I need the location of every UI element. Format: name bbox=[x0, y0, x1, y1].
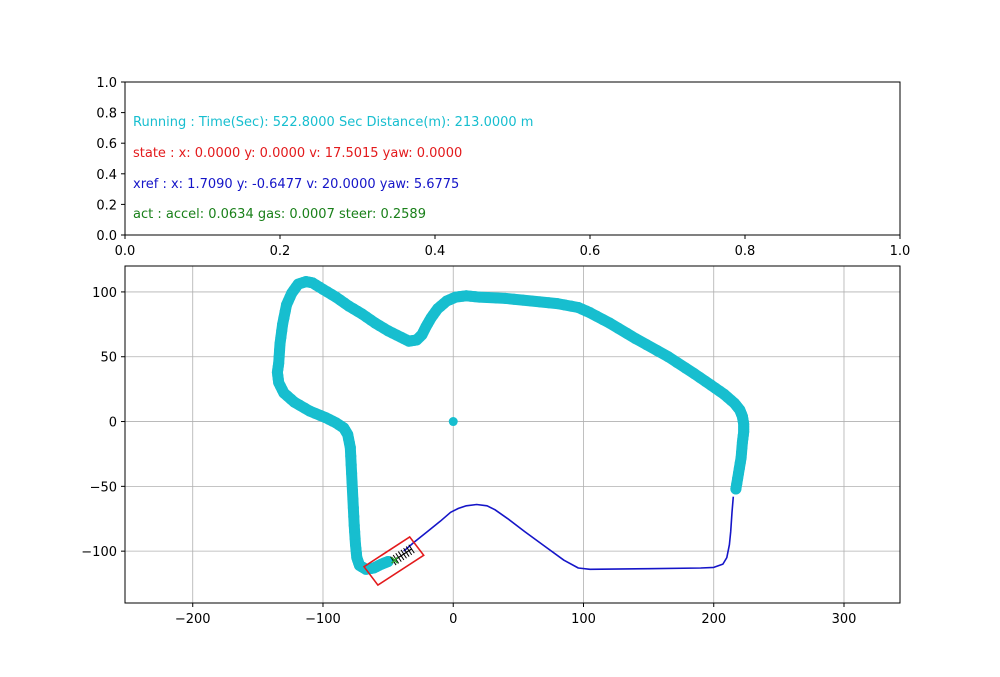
y-tick-label: 100 bbox=[92, 286, 117, 301]
figure: 0.0 0.2 0.4 0.6 0.8 1.0 0.0 0.2 0.4 0.6 0.8 1.0 Ru… bbox=[0, 0, 1000, 677]
y-tick-label: −100 bbox=[81, 545, 117, 560]
status-line-act: act : accel: 0.0634 gas: 0.0007 steer: 0… bbox=[133, 207, 426, 222]
trajectory-point bbox=[640, 339, 652, 351]
x-tick-label: 0.4 bbox=[425, 244, 446, 259]
status-line-running: Running : Time(Sec): 522.8000 Sec Distan… bbox=[133, 115, 533, 130]
y-tick-label: 0 bbox=[109, 416, 117, 431]
x-tick-label: 1.0 bbox=[890, 244, 911, 259]
x-tick-label: 0.0 bbox=[115, 244, 136, 259]
x-tick-label: −200 bbox=[175, 612, 211, 627]
trajectory-point bbox=[662, 351, 674, 363]
trajectory-point bbox=[651, 345, 663, 357]
y-tick-label: 0.0 bbox=[96, 229, 117, 244]
x-tick-label: 0.8 bbox=[735, 244, 756, 259]
x-tick-label: 0.6 bbox=[580, 244, 601, 259]
origin-point bbox=[448, 417, 458, 427]
y-tick-label: 1.0 bbox=[96, 76, 117, 91]
x-tick-label: 100 bbox=[571, 612, 596, 627]
status-line-xref: xref : x: 1.7090 y: -0.6477 v: 20.0000 y… bbox=[133, 177, 459, 192]
x-tick-label: 0.2 bbox=[270, 244, 291, 259]
x-tick-label: −100 bbox=[305, 612, 341, 627]
y-tick-label: 0.8 bbox=[96, 107, 117, 122]
y-tick-label: 0.4 bbox=[96, 168, 117, 183]
y-tick-label: 0.2 bbox=[96, 198, 117, 213]
status-line-state: state : x: 0.0000 y: 0.0000 v: 17.5015 y… bbox=[133, 146, 462, 161]
x-tick-label: 300 bbox=[832, 612, 857, 627]
x-tick-label: 200 bbox=[701, 612, 726, 627]
x-tick-label: 0 bbox=[449, 612, 457, 627]
y-tick-label: 50 bbox=[100, 351, 117, 366]
y-tick-label: 0.6 bbox=[96, 137, 117, 152]
y-tick-label: −50 bbox=[90, 480, 117, 495]
